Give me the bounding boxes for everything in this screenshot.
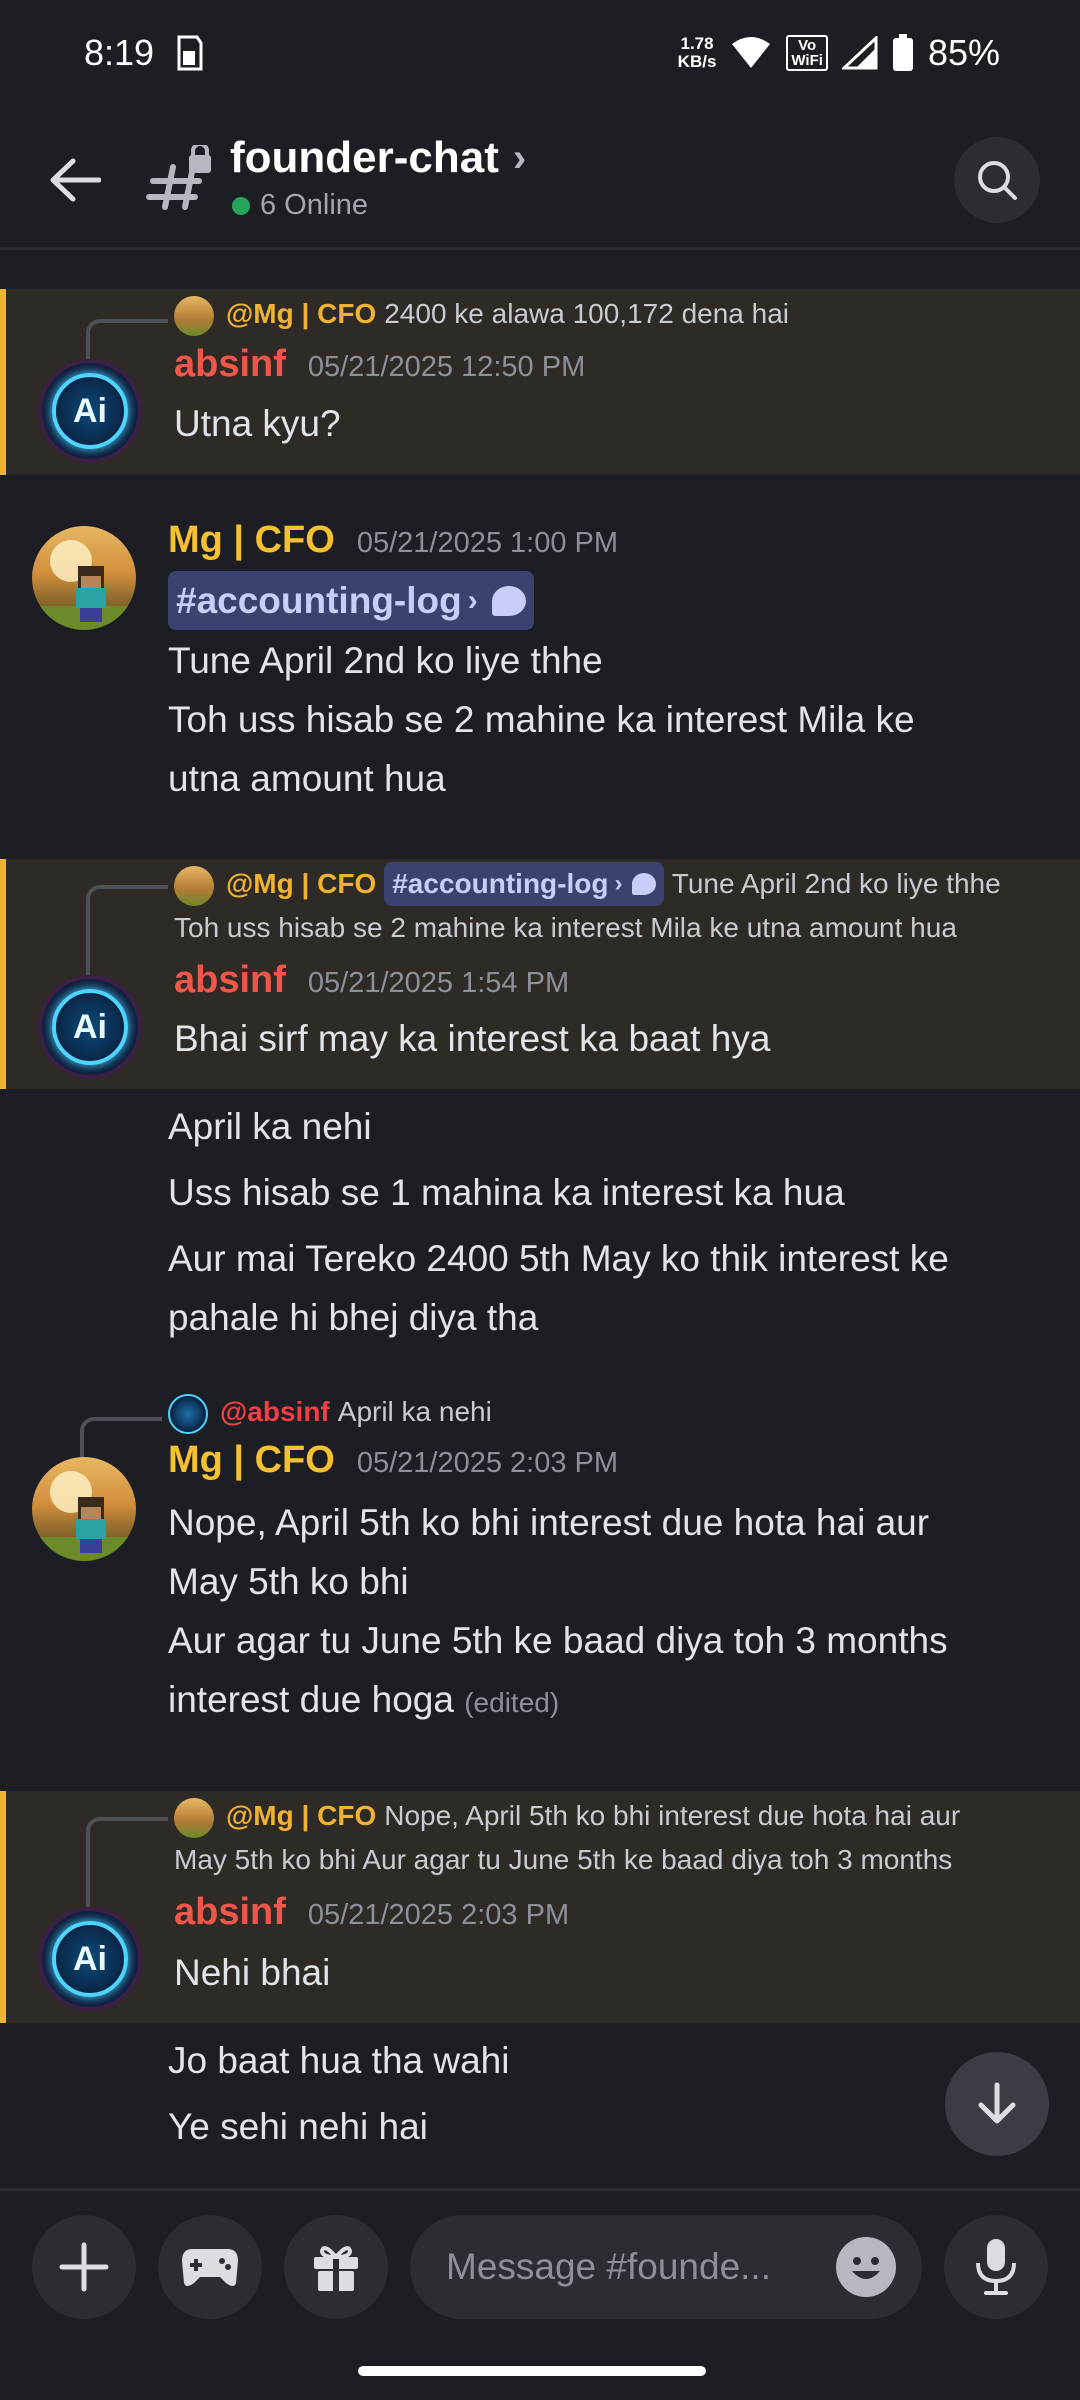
author-name[interactable]: absinf — [174, 343, 286, 386]
gamepad-icon — [182, 2249, 238, 2286]
reply-connector — [86, 885, 168, 985]
message-continuation[interactable]: April ka nehi Uss hisab se 1 mahina ka i… — [0, 1089, 1080, 1338]
reply-preview-line2: Toh uss hisab se 2 mahine ka interest Mi… — [174, 912, 957, 943]
author-name[interactable]: Mg | CFO — [168, 519, 335, 562]
message-text: May 5th ko bhi — [168, 1561, 409, 1602]
reply-preview[interactable]: @Mg | CFO Nope, April 5th ko bhi interest… — [174, 1794, 1050, 1838]
timestamp: 05/21/2025 2:03 PM — [356, 1447, 619, 1479]
avatar[interactable] — [32, 526, 136, 630]
vowifi-badge: Vo WiFi — [786, 34, 828, 71]
voice-message-button[interactable] — [944, 2215, 1048, 2319]
message-text-edited: interest due hoga (edited) — [168, 1679, 560, 1720]
online-count: 6 Online — [260, 189, 369, 221]
message-text: Ye sehi nehi hai — [168, 2106, 428, 2147]
message-input-placeholder: Message #founde... — [446, 2246, 771, 2287]
timestamp: 05/21/2025 1:00 PM — [356, 527, 619, 559]
signal-icon — [841, 35, 878, 69]
reply-preview-line2: May 5th ko bhi Aur agar tu June 5th ke b… — [174, 1844, 953, 1875]
back-button[interactable] — [40, 145, 110, 215]
message-text: Nope, April 5th ko bhi interest due hota… — [168, 1502, 930, 1543]
message-list[interactable]: @Mg | CFO 2400 ke alawa 100,172 dena hai … — [0, 253, 1080, 2188]
channel-mention-line: #accounting-log › — [168, 571, 1050, 630]
online-dot — [232, 196, 250, 215]
battery-icon — [892, 33, 913, 71]
message-input[interactable]: Message #founde... — [410, 2215, 922, 2319]
scroll-to-bottom-button[interactable] — [945, 2052, 1049, 2156]
sim-card-icon — [177, 35, 203, 70]
message-text: Uss hisab se 1 mahina ka interest ka hua — [168, 1172, 845, 1213]
reply-avatar — [174, 865, 214, 906]
author-name[interactable]: Mg | CFO — [168, 1439, 335, 1482]
message-continuation[interactable]: Jo baat hua tha wahi Ye sehi nehi hai — [0, 2023, 1080, 2183]
channel-name: founder-chat — [230, 133, 499, 182]
search-icon — [978, 161, 1017, 200]
message-text: Toh uss hisab se 2 mahine ka interest Mi… — [168, 699, 915, 740]
timestamp: 05/21/2025 1:54 PM — [307, 967, 570, 999]
gift-icon — [314, 2246, 358, 2291]
battery-level: 85% — [927, 31, 1000, 73]
message-item[interactable]: @Mg | CFO #accounting-log › Tune April 2nd… — [0, 859, 1080, 1089]
message-text: Tune April 2nd ko liye thhe — [168, 640, 603, 681]
avatar[interactable]: Ai — [38, 975, 142, 1079]
reply-preview[interactable]: @Mg | CFO #accounting-log › Tune April 2nd… — [174, 862, 1050, 906]
reply-preview[interactable]: @Mg | CFO 2400 ke alawa 100,172 dena hai — [174, 292, 1050, 336]
clock: 8:19 — [84, 31, 155, 73]
emoji-icon — [838, 2239, 894, 2295]
plus-icon — [59, 2242, 109, 2292]
search-button[interactable] — [954, 137, 1040, 223]
emoji-button[interactable] — [836, 2237, 896, 2297]
channel-header: founder-chat › 6 Online — [0, 105, 1080, 250]
channel-mention[interactable]: #accounting-log › — [168, 571, 534, 630]
message-text: Utna kyu? — [174, 403, 341, 444]
author-name[interactable]: absinf — [174, 959, 286, 1002]
message-item[interactable]: @Mg | CFO 2400 ke alawa 100,172 dena hai … — [0, 289, 1080, 475]
message-text: Bhai sirf may ka interest ka baat hya — [174, 1018, 771, 1059]
arrow-down-icon — [978, 2082, 1016, 2124]
message-composer: Message #founde... — [0, 2188, 1080, 2338]
avatar[interactable]: Ai — [38, 359, 142, 463]
timestamp: 05/21/2025 12:50 PM — [307, 351, 586, 383]
message-text: utna amount hua — [168, 758, 446, 799]
timestamp: 05/21/2025 2:03 PM — [307, 1899, 570, 1931]
message-text: Aur agar tu June 5th ke baad diya toh 3 … — [168, 1620, 948, 1661]
chevron-right-icon: › — [467, 584, 478, 617]
activities-button[interactable] — [158, 2215, 262, 2319]
author-name[interactable]: absinf — [174, 1891, 286, 1934]
message-item[interactable]: @Mg | CFO Nope, April 5th ko bhi interest… — [0, 1791, 1080, 2023]
message-item[interactable]: Mg | CFO 05/21/2025 1:00 PM #accounting-… — [0, 511, 1080, 811]
microphone-icon — [976, 2239, 1016, 2295]
wifi-icon — [732, 36, 771, 68]
gift-button[interactable] — [284, 2215, 388, 2319]
message-text: Aur mai Tereko 2400 5th May ko thik inte… — [168, 1238, 949, 1279]
reply-avatar — [168, 1393, 208, 1434]
reply-preview[interactable]: @absinf April ka nehi — [168, 1390, 1050, 1434]
edited-label: (edited) — [464, 1687, 560, 1718]
reply-avatar — [174, 295, 214, 336]
home-indicator[interactable] — [358, 2366, 706, 2376]
status-bar: 8:19 1.78 KB/s Vo WiFi 85% — [0, 0, 1080, 105]
thread-bubble-icon — [491, 585, 526, 616]
network-speed: 1.78 KB/s — [677, 33, 717, 71]
message-item[interactable]: @absinf April ka nehi Mg | CFO 05/21/2025… — [0, 1387, 1080, 1720]
avatar[interactable] — [32, 1457, 136, 1561]
message-text: Jo baat hua tha wahi — [168, 2040, 510, 2081]
channel-title-block[interactable]: founder-chat › 6 Online — [230, 133, 526, 222]
avatar[interactable]: Ai — [38, 1907, 142, 2011]
chevron-right-icon: › — [512, 135, 527, 180]
reply-avatar — [174, 1797, 214, 1838]
back-arrow-icon — [50, 158, 101, 202]
message-text: April ka nehi — [168, 1106, 372, 1147]
channel-mention[interactable]: #accounting-log › — [384, 862, 665, 906]
message-text: pahale hi bhej diya tha — [168, 1297, 539, 1338]
message-text: Nehi bhai — [174, 1952, 331, 1993]
channel-hash-lock-icon — [146, 145, 211, 210]
add-attachment-button[interactable] — [32, 2215, 136, 2319]
reply-connector — [86, 1817, 168, 1917]
